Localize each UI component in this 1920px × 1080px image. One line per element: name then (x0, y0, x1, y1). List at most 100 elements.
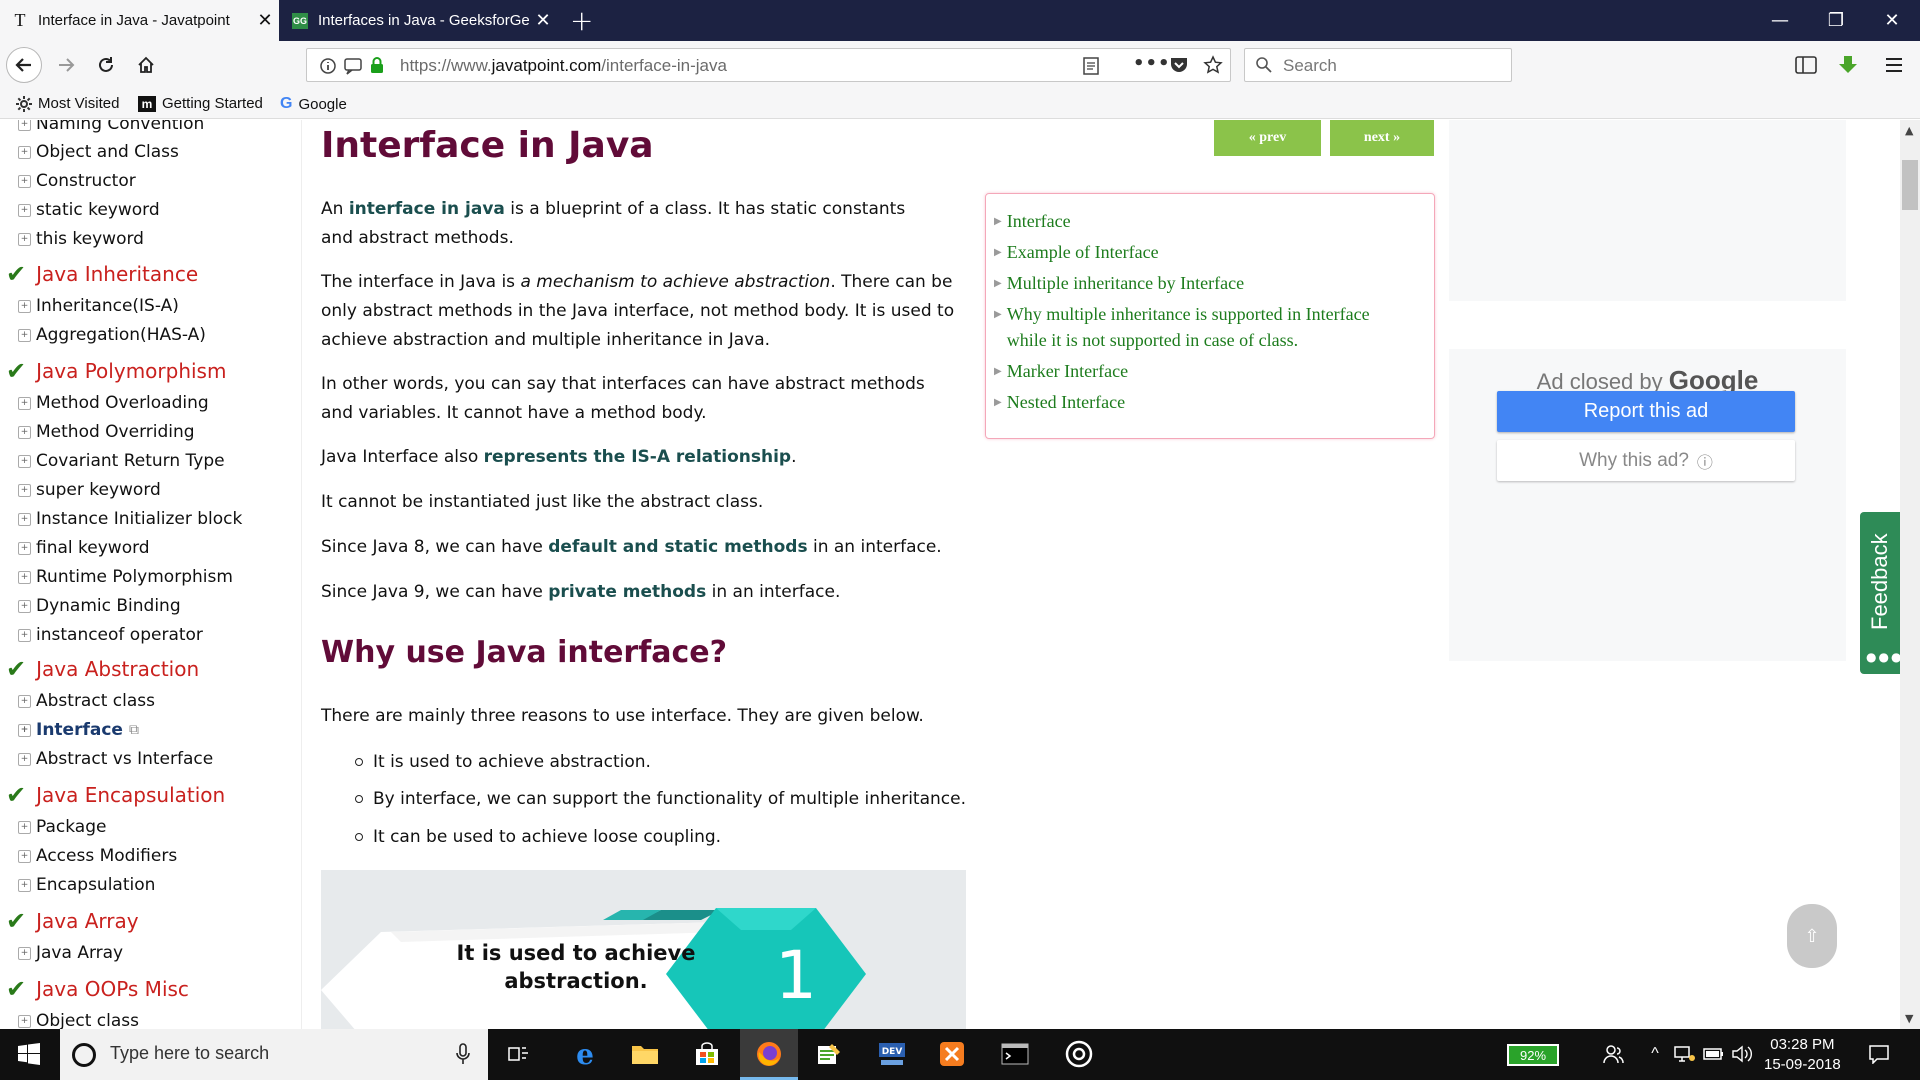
site-info-icon[interactable] (319, 57, 337, 79)
window-close-icon[interactable]: ✕ (1864, 0, 1920, 41)
sidebar-item-encapsulation[interactable]: + Encapsulation (18, 875, 155, 895)
sidebar-item-method-overriding[interactable]: + Method Overriding (18, 422, 195, 442)
sidebar-item-access-modifiers[interactable]: + Access Modifiers (18, 846, 177, 866)
microphone-icon[interactable] (456, 1043, 470, 1070)
sidebar-item-final-keyword[interactable]: + final keyword (18, 538, 150, 558)
feedback-tab[interactable]: Feedback ●●● (1860, 512, 1901, 674)
toc-link-nested-interface[interactable]: ▶ Nested Interface (994, 389, 1125, 416)
sidebar-item-instance-initializer-block[interactable]: + Instance Initializer block (18, 509, 242, 529)
download-extension-icon[interactable] (1832, 49, 1864, 81)
sidebar-item-object-and-class[interactable]: + Object and Class (18, 142, 179, 162)
reader-view-icon[interactable] (1083, 57, 1099, 79)
sidebar-item-abstract-class[interactable]: + Abstract class (18, 691, 155, 711)
sidebar-section-java-oops-misc[interactable]: ✔ Java OOPs Misc (6, 975, 189, 1003)
minimize-icon[interactable]: — (1752, 0, 1808, 41)
sidebar-item-this-keyword[interactable]: + this keyword (18, 229, 144, 249)
toc-link-interface[interactable]: ▶ Interface (994, 208, 1071, 235)
scroll-up-arrow-icon[interactable]: ▲ (1905, 124, 1913, 137)
show-hidden-icons-chevron-icon[interactable]: ^ (1638, 1037, 1672, 1071)
clock-date: 15-09-2018 (1764, 1056, 1841, 1073)
tab-close-icon[interactable]: ✕ (529, 10, 557, 31)
permissions-icon[interactable] (343, 57, 363, 79)
scroll-down-arrow-icon[interactable]: ▼ (1905, 1012, 1913, 1025)
keyword-link[interactable]: default and static methods (548, 537, 807, 557)
sidebar-section-java-polymorphism[interactable]: ✔ Java Polymorphism (6, 357, 226, 385)
forward-arrow-icon[interactable] (50, 49, 82, 81)
store-icon[interactable] (690, 1037, 724, 1071)
sidebar-section-java-array[interactable]: ✔ Java Array (6, 907, 139, 935)
back-arrow-icon[interactable] (6, 47, 42, 83)
page-actions-icon[interactable]: ••• (1133, 53, 1171, 74)
address-bar[interactable]: https://www.javatpoint.com/interface-in-… (306, 48, 1231, 82)
volume-icon[interactable] (1725, 1037, 1759, 1071)
task-view-icon[interactable] (502, 1037, 536, 1071)
scroll-to-top-button[interactable]: ⇧ (1787, 904, 1837, 968)
toc-link-example[interactable]: ▶ Example of Interface (994, 239, 1159, 266)
dev-cpp-icon[interactable]: DEV (875, 1037, 909, 1071)
plus-icon: + (18, 628, 31, 642)
checkmark-icon: ✔ (6, 907, 27, 935)
bookmark-google[interactable]: G Google (280, 95, 347, 113)
edge-icon[interactable]: e (568, 1037, 602, 1071)
lock-icon[interactable] (369, 56, 385, 78)
sidebar-item-aggregation[interactable]: + Aggregation(HAS-A) (18, 325, 206, 345)
sidebar-item-super-keyword[interactable]: + super keyword (18, 480, 161, 500)
sidebar-item-method-overloading[interactable]: + Method Overloading (18, 393, 209, 413)
terminal-icon[interactable] (998, 1037, 1032, 1071)
report-ad-button[interactable]: Report this ad (1497, 391, 1795, 432)
restore-icon[interactable]: ❐ (1808, 0, 1864, 41)
keyword-link[interactable]: represents the IS-A relationship (484, 447, 791, 467)
scrollbar-thumb[interactable] (1902, 160, 1918, 210)
sidebar-item-inheritance[interactable]: + Inheritance(IS-A) (18, 296, 179, 316)
bookmark-star-icon[interactable] (1203, 55, 1223, 79)
keyword-link[interactable]: interface in java (349, 199, 505, 219)
menu-hamburger-icon[interactable] (1878, 49, 1910, 81)
taskbar-search-box[interactable]: Type here to search (60, 1029, 488, 1080)
sidebar-item-naming-convention[interactable]: + Naming Convention (18, 120, 204, 134)
xampp-icon[interactable] (935, 1037, 969, 1071)
toc-link-multiple-inheritance[interactable]: ▶ Multiple inheritance by Interface (994, 270, 1244, 297)
prev-button[interactable]: « prev (1214, 120, 1321, 156)
sidebar-item-dynamic-binding[interactable]: + Dynamic Binding (18, 596, 181, 616)
taskbar-firefox-active[interactable] (740, 1029, 798, 1080)
ad-slot-top (1449, 120, 1846, 301)
tab-close-icon[interactable]: ✕ (251, 10, 279, 31)
battery-indicator[interactable]: 92% (1507, 1044, 1559, 1066)
sidebar-item-static-keyword[interactable]: + static keyword (18, 200, 160, 220)
sidebar-section-java-inheritance[interactable]: ✔ Java Inheritance (6, 260, 198, 288)
sidebar-item-covariant-return-type[interactable]: + Covariant Return Type (18, 451, 225, 471)
people-icon[interactable] (1596, 1037, 1630, 1071)
sidebar-item-object-class[interactable]: + Object class (18, 1011, 139, 1029)
system-clock[interactable]: 03:28 PM 15-09-2018 (1764, 1035, 1841, 1075)
sidebar-item-package[interactable]: + Package (18, 817, 106, 837)
sidebar-item-instanceof-operator[interactable]: + instanceof operator (18, 625, 203, 645)
file-explorer-icon[interactable] (628, 1037, 662, 1071)
pocket-icon[interactable] (1169, 56, 1189, 78)
sidebar-item-java-array[interactable]: + Java Array (18, 943, 123, 963)
notifications-icon[interactable] (1862, 1037, 1896, 1071)
sidebar-section-java-abstraction[interactable]: ✔ Java Abstraction (6, 655, 199, 683)
toc-link-why-multiple-inheritance[interactable]: ▶ Why multiple inheritance is supported i… (994, 301, 1370, 353)
tab-javatpoint[interactable]: T Interface in Java - Javatpoint ✕ (0, 0, 279, 41)
bookmark-getting-started[interactable]: m Getting Started (138, 95, 263, 112)
sidebar-toggle-icon[interactable] (1790, 49, 1822, 81)
sidebar-item-constructor[interactable]: + Constructor (18, 171, 136, 191)
next-button[interactable]: next » (1330, 120, 1434, 156)
search-field[interactable]: Search (1244, 48, 1512, 82)
reload-icon[interactable] (90, 49, 122, 81)
new-tab-plus-icon[interactable]: + (570, 4, 593, 37)
bookmark-most-visited[interactable]: Most Visited (16, 95, 119, 112)
tab-geeksforgeeks[interactable]: GG Interfaces in Java - GeeksforGe ✕ (280, 0, 557, 41)
sidebar-item-abstract-vs-interface[interactable]: + Abstract vs Interface (18, 749, 213, 769)
sidebar-section-java-encapsulation[interactable]: ✔ Java Encapsulation (6, 781, 225, 809)
obs-recorder-icon[interactable] (1062, 1037, 1096, 1071)
sidebar-item-interface-current[interactable]: + Interface ⧉ (18, 720, 139, 740)
sidebar-item-runtime-polymorphism[interactable]: + Runtime Polymorphism (18, 567, 233, 587)
keyword-link[interactable]: private methods (548, 582, 706, 602)
home-icon[interactable] (130, 49, 162, 81)
notepad-icon[interactable] (812, 1037, 846, 1071)
why-this-ad-button[interactable]: Why this ad? ⓘ (1497, 440, 1795, 481)
toc-link-marker-interface[interactable]: ▶ Marker Interface (994, 358, 1128, 385)
page-scrollbar[interactable]: ▲ ▼ (1900, 120, 1920, 1029)
windows-start-icon[interactable] (12, 1037, 46, 1071)
